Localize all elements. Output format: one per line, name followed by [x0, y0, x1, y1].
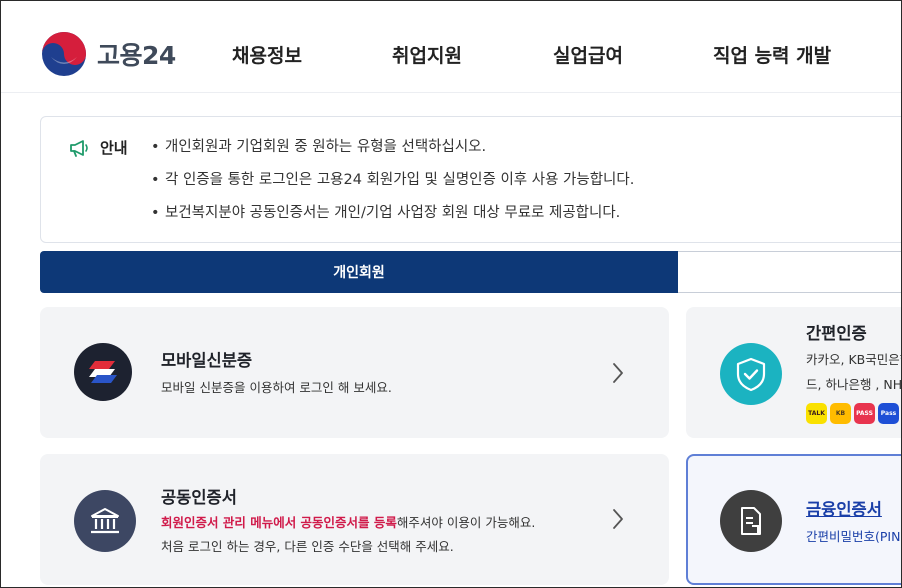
kb-bank-badge-icon: KB: [830, 403, 851, 424]
chevron-right-icon: [613, 509, 623, 529]
mobile-id-icon: [74, 343, 132, 401]
nav-item-employment-support[interactable]: 취업지원: [392, 41, 462, 68]
nav-item-jobs[interactable]: 채용정보: [232, 41, 302, 68]
financial-certificate-title[interactable]: 금융인증서: [806, 496, 882, 520]
logo-text: 고용24: [97, 41, 176, 70]
notice-line: 개인회원과 기업회원 중 원하는 유형을 선택하십시오.: [151, 137, 634, 170]
notice-title: 안내: [100, 139, 128, 157]
id-card-stack-icon: [89, 361, 117, 383]
chevron-right-icon: [613, 363, 623, 383]
pass-badge-icon: PASS: [854, 403, 875, 424]
notice-line: 각 인증을 통한 로그인은 고용24 회원가입 및 실명인증 이후 사용 가능합…: [151, 170, 634, 203]
joint-certificate-card[interactable]: 공동인증서 회원인증서 관리 메뉴에서 공동인증서를 등록해주셔야 이용이 가능…: [40, 454, 669, 585]
notice-line: 보건복지분야 공동인증서는 개인/기업 사업장 회원 대상 무료로 제공합니다.: [151, 203, 634, 236]
mobile-id-card[interactable]: 모바일신분증 모바일 신분증을 이용하여 로그인 해 보세요.: [40, 307, 669, 438]
simple-auth-desc-line1: 카카오, KB국민은행: [806, 352, 902, 367]
nav-item-unemployment-benefits[interactable]: 실업급여: [553, 41, 623, 68]
register-cert-rest: 해주셔야 이용이 가능해요.: [396, 515, 536, 530]
kakao-talk-badge-icon: TALK: [806, 403, 827, 424]
notice-list: 개인회원과 기업회원 중 원하는 유형을 선택하십시오. 각 인증을 통한 로그…: [151, 137, 634, 236]
financial-certificate-icon: [720, 490, 782, 552]
joint-certificate-desc-line1: 회원인증서 관리 메뉴에서 공동인증서를 등록해주셔야 이용이 가능해요.: [161, 512, 535, 534]
institution-building-icon: [91, 508, 119, 534]
joint-certificate-title: 공동인증서: [161, 488, 237, 507]
financial-certificate-desc: 간편비밀번호(PIN: [806, 529, 901, 544]
simple-auth-card[interactable]: 간편인증 카카오, KB국민은행 드, 하나은행 , NH, TALK KB P…: [686, 307, 902, 438]
site-header: 고용24 채용정보 취업지원 실업급여 직업 능력 개발: [1, 1, 901, 93]
register-cert-emphasis: 회원인증서 관리 메뉴에서 공동인증서를 등록: [161, 515, 397, 530]
auth-provider-badges: TALK KB PASS Pass: [806, 403, 899, 424]
taegeuk-logo-icon: [42, 32, 86, 76]
mobile-id-desc: 모바일 신분증을 이용하여 로그인 해 보세요.: [161, 380, 392, 395]
joint-certificate-desc-line2: 처음 로그인 하는 경우, 다른 인증 수단을 선택해 주세요.: [161, 539, 454, 554]
simple-auth-icon: [720, 343, 782, 405]
mobile-id-title: 모바일신분증: [161, 351, 253, 370]
nav-item-vocational-training[interactable]: 직업 능력 개발: [713, 41, 831, 68]
joint-certificate-icon: [74, 490, 136, 552]
shield-check-icon: [736, 357, 766, 392]
notice-label: 안내: [69, 137, 128, 158]
simple-auth-title: 간편인증: [806, 324, 867, 343]
page-frame: 고용24 채용정보 취업지원 실업급여 직업 능력 개발 안내 개인회원과 기업…: [0, 0, 902, 588]
simple-auth-desc-line2: 드, 하나은행 , NH,: [806, 377, 902, 392]
site-logo[interactable]: 고용24: [41, 31, 176, 77]
megaphone-icon: [70, 139, 88, 157]
member-type-tabs: 개인회원: [40, 251, 901, 293]
financial-certificate-card[interactable]: 금융인증서 간편비밀번호(PIN: [686, 454, 901, 585]
tab-corporate-member[interactable]: [678, 251, 901, 293]
document-icon: [741, 507, 761, 535]
tab-personal-member[interactable]: 개인회원: [40, 251, 678, 293]
notice-box: 안내 개인회원과 기업회원 중 원하는 유형을 선택하십시오. 각 인증을 통한…: [40, 116, 901, 243]
samsung-pass-badge-icon: Pass: [878, 403, 899, 424]
